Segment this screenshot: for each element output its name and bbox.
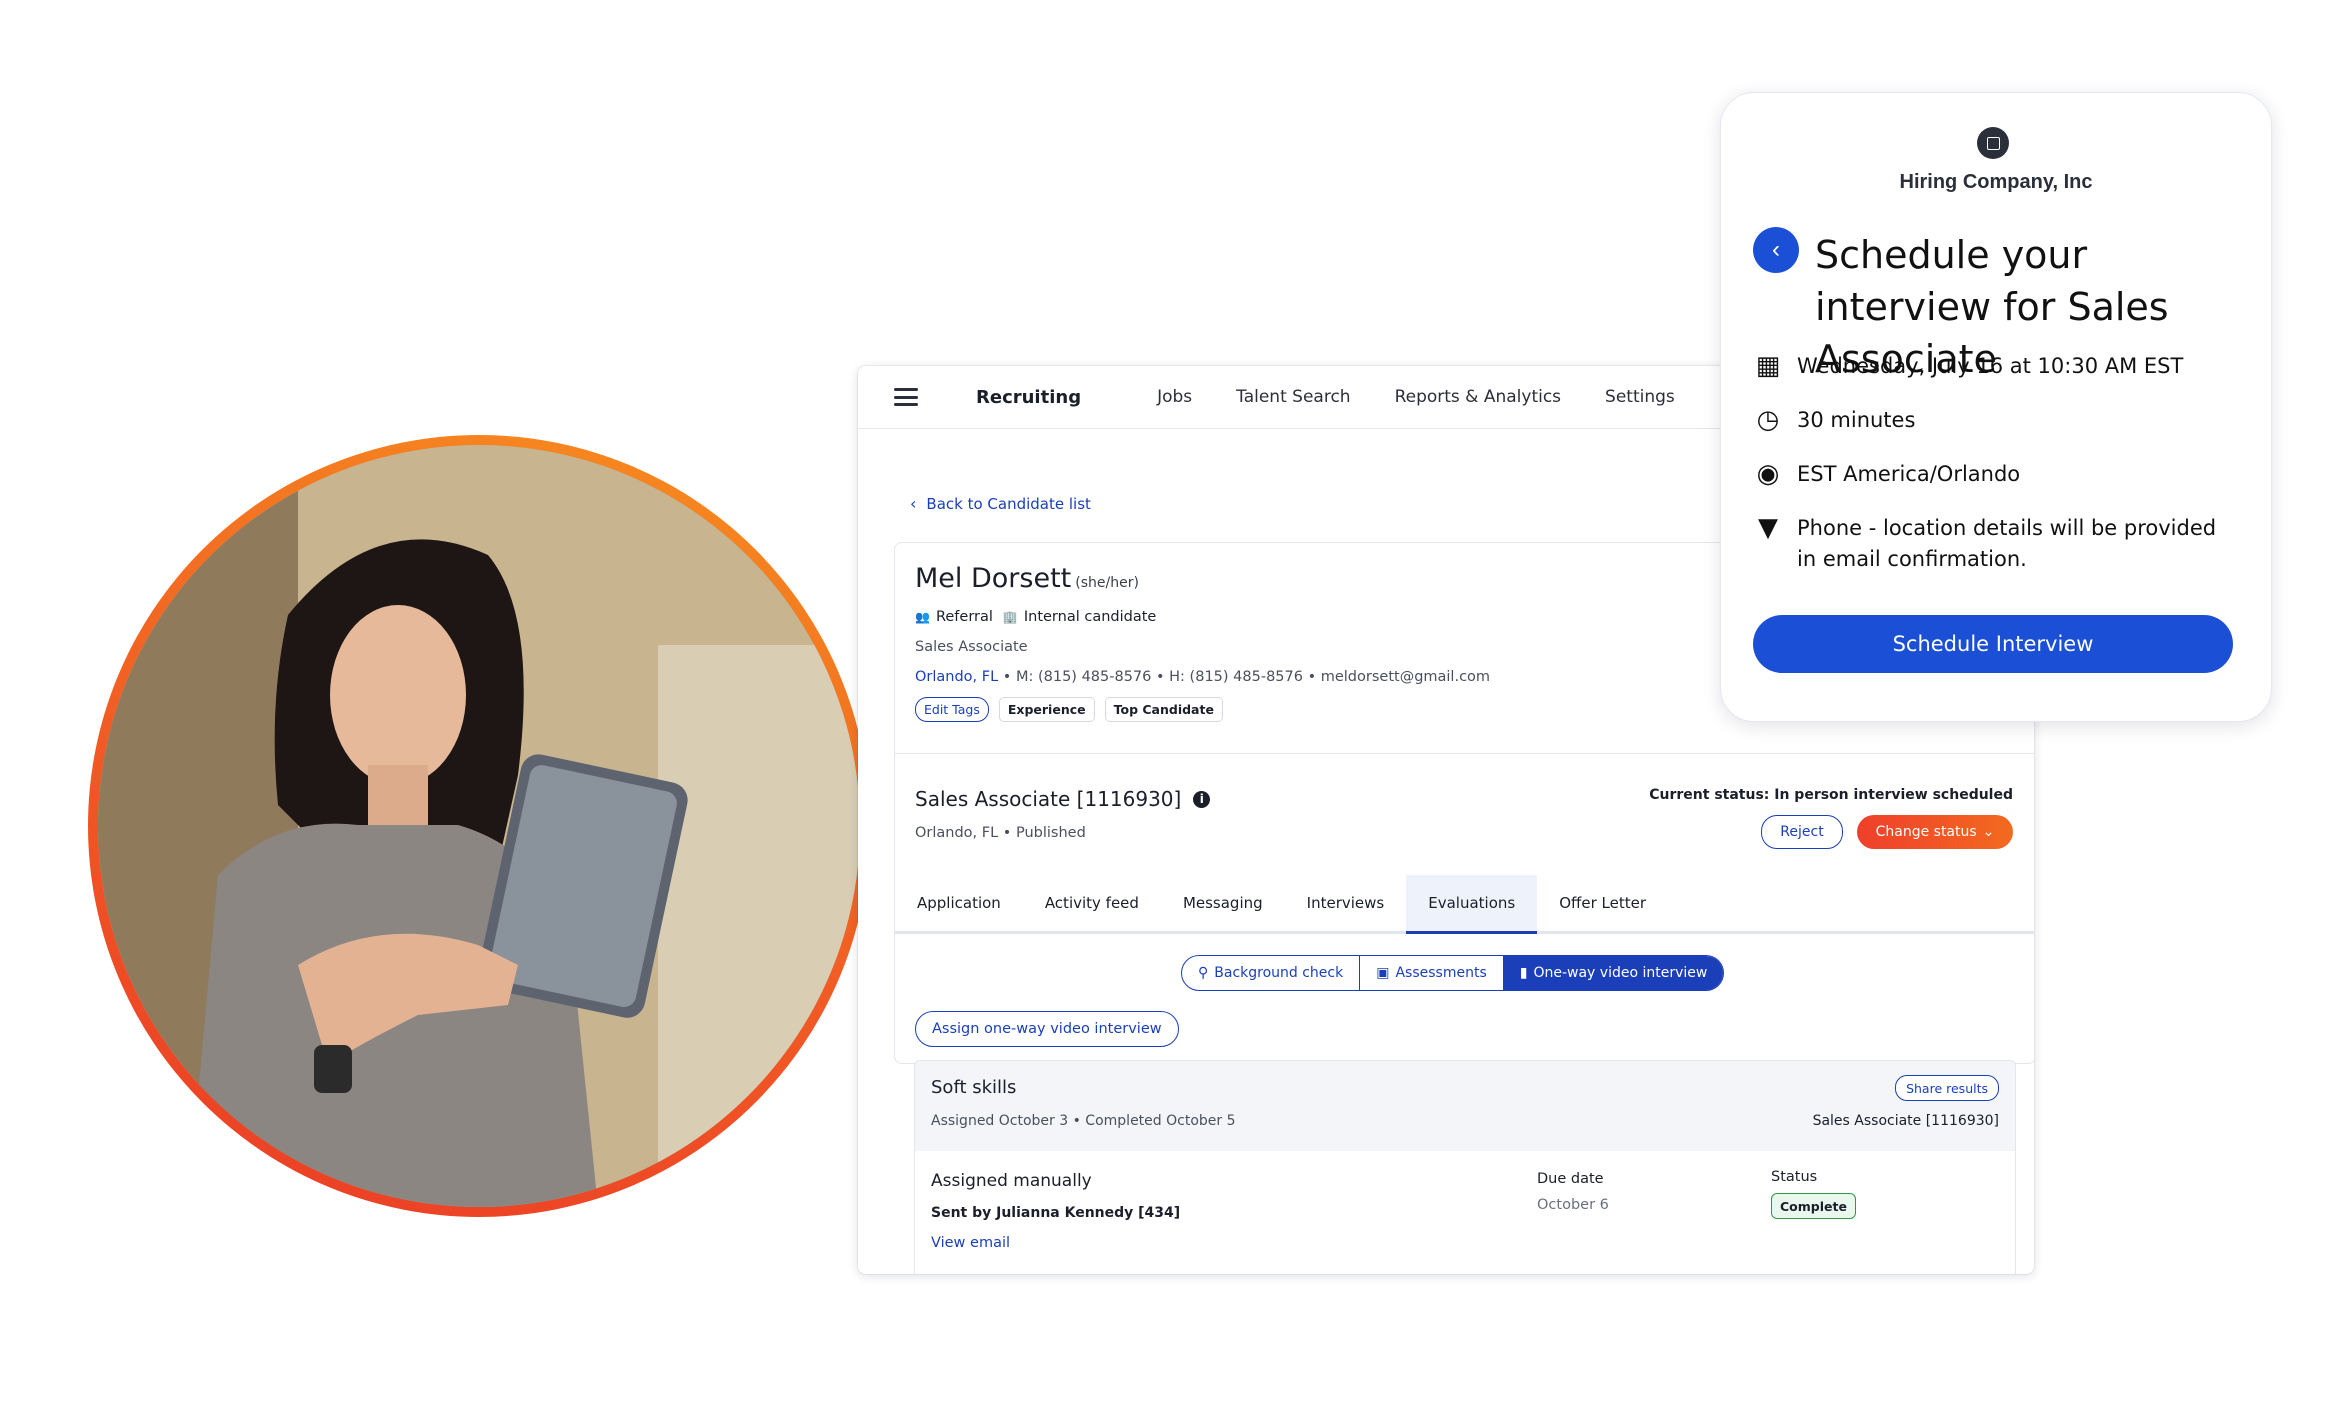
chevron-left-icon: ‹ xyxy=(910,494,917,513)
tab-evaluations[interactable]: Evaluations xyxy=(1406,875,1538,934)
evaluation-type-switcher: ⚲ Background check ▣ Assessments ▮ One-w… xyxy=(1181,955,1725,991)
evaluation-title: Soft skills xyxy=(931,1077,1017,1098)
building-icon: 🏢 xyxy=(1002,610,1018,624)
detail-duration-text: 30 minutes xyxy=(1797,408,1916,432)
video-camera-icon: ▮ xyxy=(1519,965,1528,981)
assigned-method: Assigned manually xyxy=(931,1171,1092,1191)
back-link-label: Back to Candidate list xyxy=(926,494,1091,513)
back-button[interactable]: ‹ xyxy=(1753,227,1799,273)
current-status: Current status: In person interview sche… xyxy=(1649,787,2013,803)
app-brand: Recruiting xyxy=(976,386,1082,408)
chevron-down-icon: ⌄ xyxy=(1982,824,1995,840)
status-badge: Complete xyxy=(1771,1193,1856,1219)
sent-by: Sent by Julianna Kennedy [434] xyxy=(931,1205,1181,1221)
job-subtitle: Orlando, FL • Published xyxy=(915,825,1086,841)
section-divider xyxy=(895,753,2034,754)
clock-icon: ◷ xyxy=(1756,404,1780,435)
nav-settings[interactable]: Settings xyxy=(1605,387,1675,407)
company-name: Hiring Company, Inc xyxy=(1899,171,2093,193)
segment-background-check-label: Background check xyxy=(1214,965,1344,981)
candidate-role: Sales Associate xyxy=(915,639,1028,655)
candidate-tabs: Application Activity feed Messaging Inte… xyxy=(895,875,2034,934)
candidate-photo xyxy=(98,445,860,1207)
edit-tags-button[interactable]: Edit Tags xyxy=(915,697,989,722)
reject-button[interactable]: Reject xyxy=(1761,815,1843,849)
share-results-button[interactable]: Share results xyxy=(1895,1075,1999,1101)
evaluation-job-ref: Sales Associate [1116930] xyxy=(1812,1113,1999,1129)
nav-jobs[interactable]: Jobs xyxy=(1157,387,1192,407)
chevron-left-icon: ‹ xyxy=(1772,236,1780,263)
referral-label: Referral xyxy=(935,609,993,625)
detail-duration: ◷ 30 minutes xyxy=(1753,404,1916,436)
detail-location-text: Phone - location details will be provide… xyxy=(1797,516,2217,571)
tab-messaging[interactable]: Messaging xyxy=(1161,875,1285,931)
nav-talent-search[interactable]: Talent Search xyxy=(1236,387,1350,407)
person-icon: 👥 xyxy=(915,610,930,624)
detail-timezone: ◉ EST America/Orlando xyxy=(1753,458,2021,490)
schedule-interview-popup: Hiring Company, Inc ‹ Schedule your inte… xyxy=(1720,92,2272,722)
segment-background-check[interactable]: ⚲ Background check xyxy=(1182,956,1361,990)
due-date-label: Due date xyxy=(1537,1171,1604,1187)
evaluation-card: Soft skills Assigned October 3 • Complet… xyxy=(914,1060,2016,1274)
tab-activity-feed[interactable]: Activity feed xyxy=(1023,875,1161,931)
schedule-interview-button[interactable]: Schedule Interview xyxy=(1753,615,2233,673)
calendar-icon: ▦ xyxy=(1755,350,1781,381)
location-pin-icon: ▼ xyxy=(1758,512,1778,543)
candidate-contact: Orlando, FL • M: (815) 485-8576 • H: (81… xyxy=(915,669,1490,685)
nav-reports-analytics[interactable]: Reports & Analytics xyxy=(1395,387,1561,407)
candidate-meta: 👥 Referral 🏢 Internal candidate xyxy=(915,609,1156,625)
segment-assessments-label: Assessments xyxy=(1395,965,1487,981)
globe-icon: ◉ xyxy=(1756,458,1780,489)
tab-offer-letter[interactable]: Offer Letter xyxy=(1537,875,1668,931)
evaluation-dates: Assigned October 3 • Completed October 5 xyxy=(931,1113,1236,1129)
info-icon[interactable]: i xyxy=(1193,790,1211,808)
due-date-value: October 6 xyxy=(1537,1197,1609,1213)
detail-timezone-text: EST America/Orlando xyxy=(1797,462,2021,486)
tab-interviews[interactable]: Interviews xyxy=(1285,875,1407,931)
evaluation-header: Soft skills Assigned October 3 • Complet… xyxy=(915,1061,2015,1151)
detail-datetime-text: Wednesday, July 16 at 10:30 AM EST xyxy=(1797,354,2184,378)
candidate-name: Mel Dorsett xyxy=(915,563,1072,594)
candidate-tags: Edit Tags Experience Top Candidate xyxy=(915,697,1223,722)
tag-experience: Experience xyxy=(998,697,1095,722)
candidate-contact-details: • M: (815) 485-8576 • H: (815) 485-8576 … xyxy=(998,669,1491,685)
segment-one-way-video-label: One-way video interview xyxy=(1533,965,1708,981)
status-label: Status xyxy=(1771,1169,1818,1185)
candidate-name-row: Mel Dorsett (she/her) xyxy=(915,563,1139,594)
change-status-button[interactable]: Change status ⌄ xyxy=(1857,815,2013,849)
tab-application[interactable]: Application xyxy=(895,875,1023,931)
detail-location: ▼ Phone - location details will be provi… xyxy=(1753,513,2233,575)
back-to-candidate-list-link[interactable]: ‹ Back to Candidate list xyxy=(910,494,1091,513)
detail-datetime: ▦ Wednesday, July 16 at 10:30 AM EST xyxy=(1753,350,2184,382)
candidate-pronouns: (she/her) xyxy=(1075,575,1139,591)
company-logo-icon xyxy=(1977,127,2009,159)
segment-assessments[interactable]: ▣ Assessments xyxy=(1360,956,1504,990)
view-email-link[interactable]: View email xyxy=(931,1235,1010,1251)
job-title-row: Sales Associate [1116930] i xyxy=(915,787,1211,811)
photo-illustration xyxy=(98,445,860,1207)
change-status-label: Change status xyxy=(1875,824,1977,840)
assessment-icon: ▣ xyxy=(1376,965,1390,981)
internal-candidate-label: Internal candidate xyxy=(1023,609,1157,625)
tag-top-candidate: Top Candidate xyxy=(1104,697,1223,722)
search-icon: ⚲ xyxy=(1198,965,1209,981)
job-title: Sales Associate [1116930] xyxy=(915,787,1182,811)
evaluation-body: Assigned manually Sent by Julianna Kenne… xyxy=(915,1151,2015,1274)
photo-frame xyxy=(88,435,870,1217)
menu-icon[interactable] xyxy=(894,388,918,406)
assign-video-interview-button[interactable]: Assign one-way video interview xyxy=(915,1011,1179,1047)
candidate-location-link[interactable]: Orlando, FL xyxy=(915,669,998,685)
segment-one-way-video[interactable]: ▮ One-way video interview xyxy=(1503,956,1724,990)
